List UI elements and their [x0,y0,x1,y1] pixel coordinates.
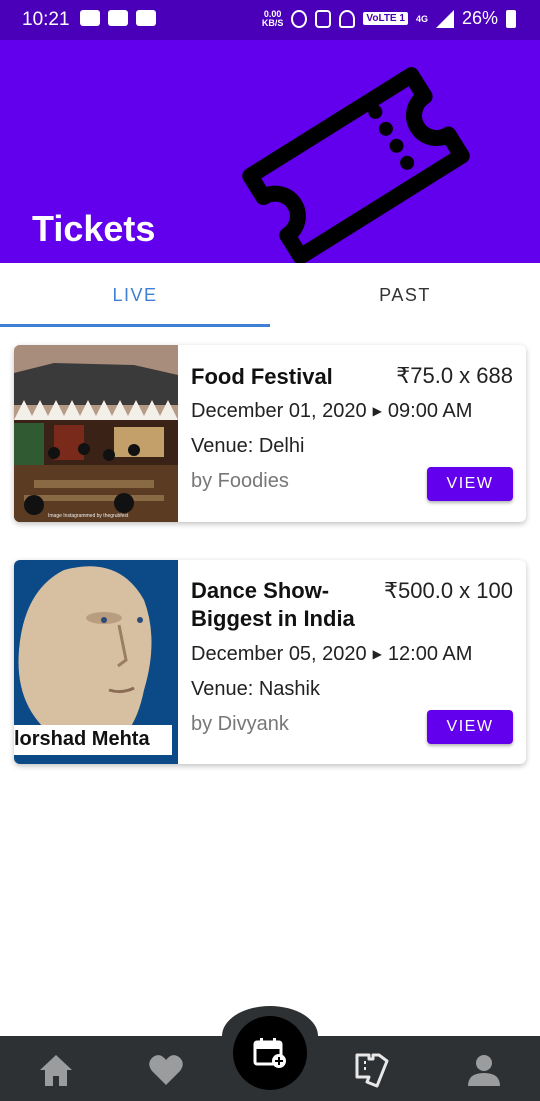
event-datetime: December 05, 2020 ▶ 12:00 AM [191,643,473,665]
page-title: Tickets [32,208,156,249]
event-venue: Venue: Nashik [191,678,320,700]
profile-icon[interactable] [464,1050,504,1090]
event-image: Image Instagrammed by thegrubfest [14,345,178,522]
event-venue: Venue: Delhi [191,435,305,457]
network-type: 4G [415,13,428,24]
app-header: Tickets [0,40,540,263]
calendar-add-icon [253,1038,286,1068]
tab-bar: LIVE PAST [0,263,540,327]
net-speed: 0.00 KB/S [261,8,284,28]
event-image: lorshad Mehta [14,560,178,764]
gallery-icon [136,10,156,26]
ticket-card[interactable]: Image Instagrammed by thegrubfest Food F… [14,345,526,522]
headphones-icon [339,9,356,28]
status-time: 10:21 [22,9,70,30]
image-caption: lorshad Mehta [14,728,150,750]
alarm-icon [291,9,308,28]
heart-icon[interactable] [146,1050,186,1090]
view-button[interactable]: VIEW [427,467,513,501]
battery-percent: 26% [461,8,498,28]
calendar-add-button[interactable] [233,1016,307,1090]
event-datetime: December 01, 2020 ▶ 09:00 AM [191,400,473,422]
youtube-icon [80,10,100,26]
tickets-icon[interactable] [352,1050,392,1090]
view-button[interactable]: VIEW [427,710,513,744]
event-price: ₹500.0 x 100 [384,578,513,603]
battery-icon [506,9,516,28]
linkedin-icon [108,10,128,26]
event-price: ₹75.0 x 688 [396,363,513,388]
signal-icon [435,9,454,28]
notification-icons [80,10,156,26]
status-bar: 10:21 0.00 KB/S VoLTE 1 4G 26% [0,0,540,40]
event-name: Food Festival [191,364,333,389]
tab-indicator [0,324,270,327]
image-caption: Image Instagrammed by thegrubfest [48,513,129,519]
event-organizer: by Divyank [191,713,289,735]
volte-badge: VoLTE 1 [363,12,408,25]
event-name: Dance Show- Biggest in India [191,578,355,631]
arrow-right-icon: ▶ [372,647,382,661]
ticket-card[interactable]: lorshad Mehta Dance Show- Biggest in Ind… [14,560,526,764]
home-icon[interactable] [36,1050,76,1090]
phone-icon [315,9,332,28]
arrow-right-icon: ▶ [372,404,382,418]
ticket-icon [242,67,470,263]
status-right: 0.00 KB/S VoLTE 1 4G 26% [262,8,516,29]
tab-live[interactable]: LIVE [0,263,270,325]
tab-past[interactable]: PAST [270,263,540,325]
event-organizer: by Foodies [191,470,289,492]
